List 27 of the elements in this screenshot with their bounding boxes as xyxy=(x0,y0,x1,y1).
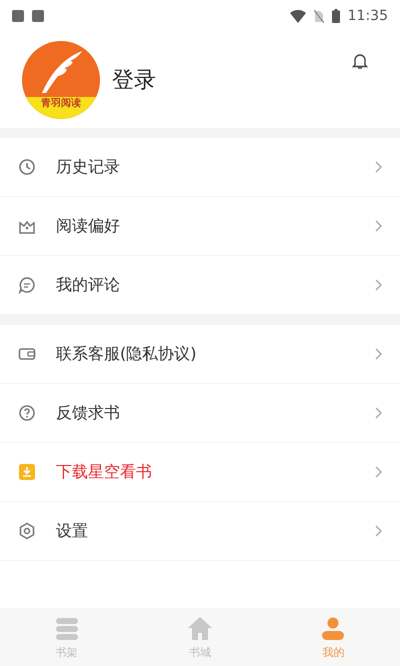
battery-icon xyxy=(332,9,340,23)
settings-icon xyxy=(18,522,36,540)
menu-item-label: 阅读偏好 xyxy=(56,216,121,236)
app-logo: 青羽阅读 xyxy=(22,41,100,119)
chevron-icon xyxy=(375,525,382,537)
menu-item-label: 反馈求书 xyxy=(56,402,121,424)
menu-item-label: 下载星空看书 xyxy=(56,462,153,482)
wifi-icon xyxy=(290,10,306,22)
menu-item-label: 我的评论 xyxy=(56,274,121,296)
menu-item-label: 联系客服(隐私协议) xyxy=(56,344,198,364)
clock-icon xyxy=(18,158,36,176)
bell-icon[interactable] xyxy=(352,52,368,70)
question-icon xyxy=(18,404,36,422)
chevron-icon xyxy=(375,348,382,360)
status-time: 11:35 xyxy=(348,8,388,24)
chevron-icon xyxy=(375,407,382,419)
home-icon xyxy=(186,614,214,642)
no-sim-icon xyxy=(314,10,324,22)
chevron-icon xyxy=(375,220,382,232)
menu-item-label: 设置 xyxy=(56,520,89,542)
chevron-icon xyxy=(375,161,382,173)
comment-icon xyxy=(18,276,36,294)
login-link[interactable]: 登录 xyxy=(112,65,156,95)
chevron-icon xyxy=(375,279,382,291)
download-icon xyxy=(18,463,36,481)
chevron-icon xyxy=(375,466,382,478)
menu-item-label: 历史记录 xyxy=(56,156,121,178)
